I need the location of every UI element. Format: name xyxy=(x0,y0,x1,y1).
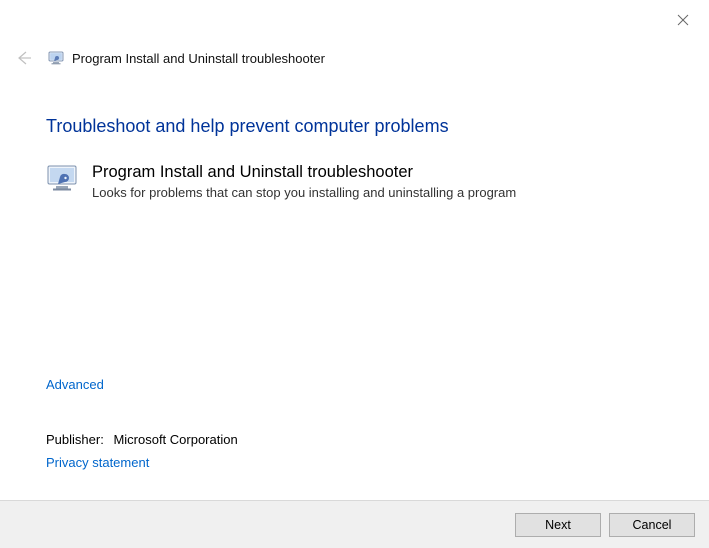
troubleshooter-window: Program Install and Uninstall troublesho… xyxy=(0,0,709,548)
troubleshooter-item-description: Looks for problems that can stop you ins… xyxy=(92,185,516,200)
publisher-label: Publisher: xyxy=(46,432,104,447)
advanced-link[interactable]: Advanced xyxy=(46,377,104,392)
close-icon xyxy=(677,14,689,26)
next-button[interactable]: Next xyxy=(515,513,601,537)
header-row: Program Install and Uninstall troublesho… xyxy=(12,46,697,70)
titlebar xyxy=(0,0,709,32)
troubleshooter-item: Program Install and Uninstall troublesho… xyxy=(46,163,663,200)
content-area: Troubleshoot and help prevent computer p… xyxy=(46,100,663,200)
lower-block: Advanced Publisher: Microsoft Corporatio… xyxy=(46,377,663,470)
publisher-row: Publisher: Microsoft Corporation xyxy=(46,432,663,447)
troubleshooter-item-text: Program Install and Uninstall troublesho… xyxy=(92,163,516,200)
troubleshooter-icon xyxy=(48,50,64,66)
footer: Next Cancel xyxy=(0,500,709,548)
close-button[interactable] xyxy=(675,12,691,28)
window-title: Program Install and Uninstall troublesho… xyxy=(72,51,325,66)
troubleshooter-item-name: Program Install and Uninstall troublesho… xyxy=(92,163,516,183)
back-arrow-icon xyxy=(13,48,33,68)
publisher-name: Microsoft Corporation xyxy=(113,432,237,447)
back-button xyxy=(12,47,34,69)
troubleshooter-item-icon xyxy=(46,163,78,195)
privacy-link[interactable]: Privacy statement xyxy=(46,455,149,470)
cancel-button[interactable]: Cancel xyxy=(609,513,695,537)
page-heading: Troubleshoot and help prevent computer p… xyxy=(46,116,663,137)
